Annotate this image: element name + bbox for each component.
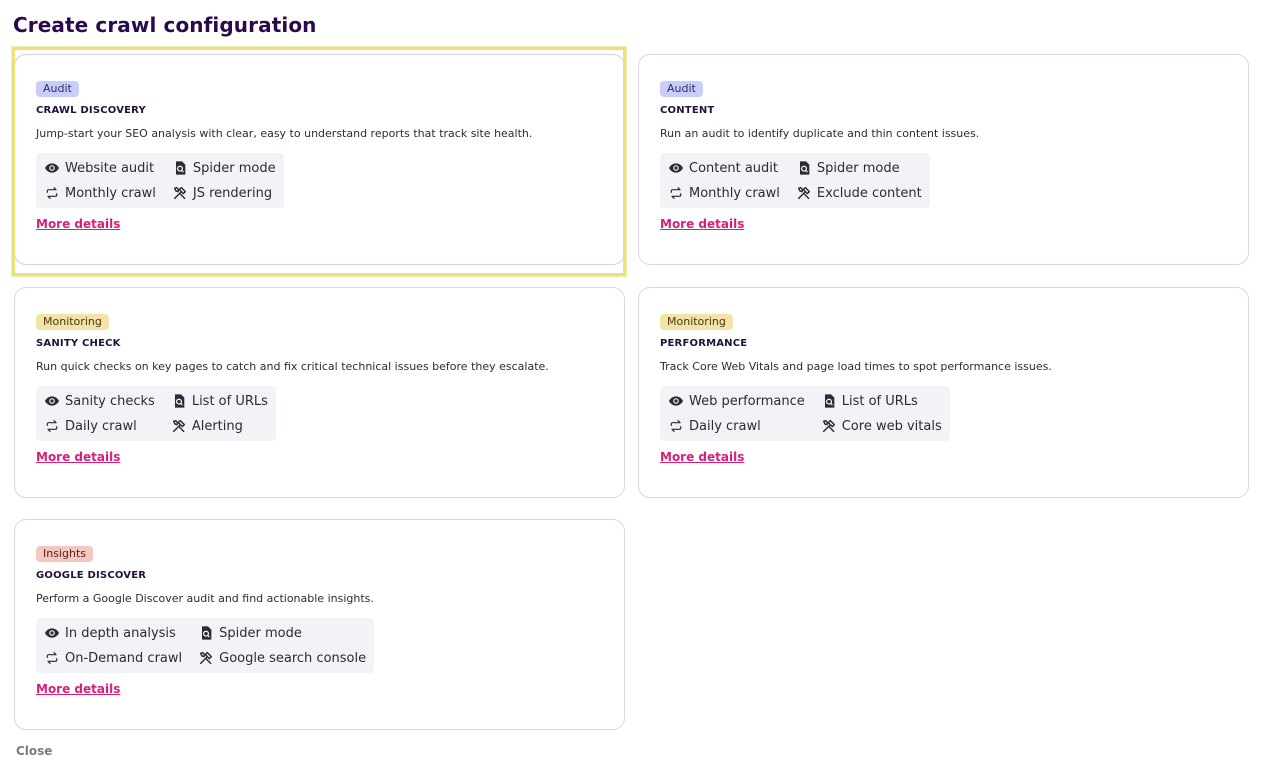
- config-card-crawl-discovery[interactable]: Audit CRAWL DISCOVERY Jump-start your SE…: [14, 54, 625, 265]
- card-title: SANITY CHECK: [36, 338, 121, 349]
- feature-label: Monthly crawl: [65, 185, 156, 201]
- card-title: CONTENT: [660, 105, 715, 116]
- card-title: CRAWL DISCOVERY: [36, 105, 146, 116]
- category-badge: Monitoring: [36, 314, 109, 330]
- feature-label: List of URLs: [191, 393, 268, 409]
- feature-list: Sanity checks List of URLs Daily crawl A…: [36, 386, 276, 441]
- eye-icon: [45, 628, 59, 638]
- feature-label: Monthly crawl: [689, 185, 780, 201]
- tools-icon: [172, 419, 185, 433]
- card-description: Jump-start your SEO analysis with clear,…: [36, 127, 533, 140]
- repeat-icon: [46, 420, 58, 432]
- feature-tool: Core web vitals: [821, 417, 942, 435]
- feature-mode: Spider mode: [796, 159, 922, 177]
- tools-icon: [822, 419, 835, 433]
- feature-list: In depth analysis Spider mode On-Demand …: [36, 618, 375, 673]
- feature-mode: Spider mode: [198, 624, 366, 642]
- search-document-icon: [799, 161, 810, 175]
- more-details-link[interactable]: More details: [36, 682, 120, 696]
- search-document-icon: [175, 161, 186, 175]
- category-badge: Monitoring: [660, 314, 733, 330]
- search-document-icon: [202, 626, 212, 640]
- crawl-config-page: Create crawl configuration Audit CRAWL D…: [0, 0, 1264, 780]
- feature-tool: Exclude content: [796, 184, 922, 202]
- card-description: Run an audit to identify duplicate and t…: [660, 127, 980, 140]
- feature-mode: Spider mode: [172, 159, 276, 177]
- feature-mode: List of URLs: [171, 392, 268, 410]
- more-details-link[interactable]: More details: [36, 450, 120, 464]
- card-title: PERFORMANCE: [660, 338, 748, 349]
- tools-icon: [173, 186, 186, 200]
- more-details-link[interactable]: More details: [660, 217, 744, 231]
- page-title: Create crawl configuration: [13, 13, 317, 37]
- repeat-icon: [46, 187, 58, 199]
- feature-frequency: Monthly crawl: [44, 184, 156, 202]
- feature-list: Website audit Spider mode Monthly crawl …: [36, 153, 284, 208]
- feature-label: Exclude content: [816, 185, 922, 201]
- repeat-icon: [670, 187, 682, 199]
- card-description: Perform a Google Discover audit and find…: [36, 592, 374, 605]
- feature-label: Spider mode: [192, 160, 276, 176]
- feature-audit: Sanity checks: [44, 392, 155, 410]
- eye-icon: [45, 396, 59, 406]
- feature-label: Content audit: [689, 160, 779, 176]
- feature-label: Website audit: [65, 160, 155, 176]
- feature-mode: List of URLs: [821, 392, 942, 410]
- feature-label: JS rendering: [192, 185, 273, 201]
- feature-audit: Content audit: [668, 159, 780, 177]
- feature-audit: Web performance: [668, 392, 805, 410]
- feature-label: Daily crawl: [65, 418, 137, 434]
- feature-frequency: On-Demand crawl: [44, 649, 182, 667]
- feature-tool: JS rendering: [172, 184, 276, 202]
- category-badge: Audit: [36, 81, 79, 97]
- feature-label: Web performance: [689, 393, 805, 409]
- card-description: Run quick checks on key pages to catch a…: [36, 360, 549, 373]
- config-card-google-discover[interactable]: Insights GOOGLE DISCOVER Perform a Googl…: [14, 519, 625, 730]
- repeat-icon: [46, 652, 58, 664]
- eye-icon: [669, 396, 683, 406]
- feature-frequency: Daily crawl: [668, 417, 805, 435]
- feature-frequency: Daily crawl: [44, 417, 155, 435]
- feature-label: In depth analysis: [65, 625, 176, 641]
- feature-label: List of URLs: [841, 393, 918, 409]
- eye-icon: [669, 163, 683, 173]
- feature-label: Sanity checks: [65, 393, 155, 409]
- feature-frequency: Monthly crawl: [668, 184, 780, 202]
- card-title: GOOGLE DISCOVER: [36, 570, 147, 581]
- tools-icon: [797, 186, 810, 200]
- feature-list: Web performance List of URLs Daily crawl…: [660, 386, 950, 441]
- feature-list: Content audit Spider mode Monthly crawl …: [660, 153, 930, 208]
- eye-icon: [45, 163, 59, 173]
- repeat-icon: [670, 420, 682, 432]
- feature-label: Core web vitals: [841, 418, 942, 434]
- search-document-icon: [824, 394, 835, 408]
- feature-label: Daily crawl: [689, 418, 761, 434]
- feature-label: Spider mode: [219, 625, 302, 641]
- card-description: Track Core Web Vitals and page load time…: [660, 360, 1052, 373]
- feature-tool: Google search console: [198, 649, 366, 667]
- feature-label: Spider mode: [816, 160, 900, 176]
- search-document-icon: [174, 394, 185, 408]
- more-details-link[interactable]: More details: [36, 217, 120, 231]
- feature-audit: Website audit: [44, 159, 156, 177]
- tools-icon: [200, 651, 213, 665]
- config-card-sanity-check[interactable]: Monitoring SANITY CHECK Run quick checks…: [14, 287, 625, 498]
- config-card-content[interactable]: Audit CONTENT Run an audit to identify d…: [638, 54, 1249, 265]
- more-details-link[interactable]: More details: [660, 450, 744, 464]
- feature-tool: Alerting: [171, 417, 268, 435]
- category-badge: Insights: [36, 546, 94, 562]
- close-button[interactable]: Close: [16, 744, 52, 758]
- config-card-performance[interactable]: Monitoring PERFORMANCE Track Core Web Vi…: [638, 287, 1249, 498]
- category-badge: Audit: [660, 81, 703, 97]
- feature-label: Alerting: [191, 418, 243, 434]
- feature-audit: In depth analysis: [44, 624, 182, 642]
- feature-label: On-Demand crawl: [65, 650, 183, 666]
- feature-label: Google search console: [219, 650, 367, 666]
